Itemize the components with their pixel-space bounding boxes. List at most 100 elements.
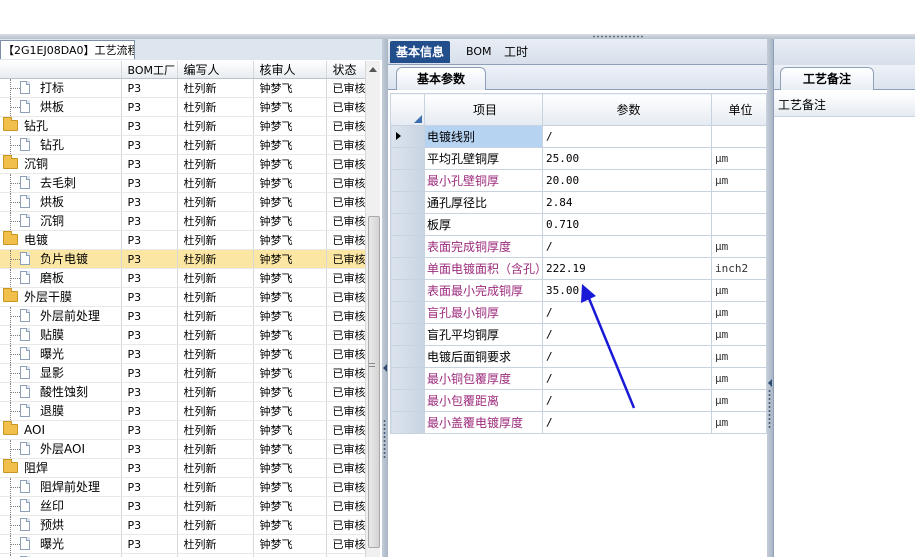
collapse-middle-arrow-icon[interactable] <box>768 379 772 387</box>
param-value-cell[interactable]: 20.00 <box>542 169 712 192</box>
process-row[interactable]: 沉铜 P3 杜列新 钟梦飞 已审核 <box>0 211 365 231</box>
param-value-cell[interactable]: 25.00 <box>542 147 712 170</box>
process-node[interactable]: 外层AOI <box>0 439 122 459</box>
process-node[interactable]: 预烘 <box>0 515 122 535</box>
process-grid-scrollbar[interactable] <box>365 61 380 557</box>
row-header[interactable] <box>390 257 425 280</box>
scroll-thumb[interactable] <box>368 216 380 548</box>
param-row[interactable]: 最小铜包覆厚度 / μm <box>390 367 767 390</box>
process-node[interactable]: 曝光 <box>0 344 122 364</box>
tab-process-notes[interactable]: 工艺备注 <box>780 67 874 90</box>
process-node[interactable]: 负片电镀 <box>0 249 122 269</box>
param-value-cell[interactable]: 222.19 <box>542 257 712 280</box>
param-row[interactable]: 最小盖覆电镀厚度 / μm <box>390 411 767 434</box>
row-header[interactable] <box>390 147 425 170</box>
process-node[interactable]: 显影 <box>0 553 122 557</box>
process-row[interactable]: 贴膜 P3 杜列新 钟梦飞 已审核 <box>0 325 365 345</box>
col-header-name[interactable] <box>0 61 122 79</box>
process-node[interactable]: 退膜 <box>0 401 122 421</box>
tab-work-hours[interactable]: 工时 <box>498 41 534 63</box>
process-row[interactable]: 丝印 P3 杜列新 钟梦飞 已审核 <box>0 496 365 516</box>
param-row[interactable]: 电镀后面铜要求 / μm <box>390 345 767 368</box>
process-row[interactable]: 钻孔 P3 杜列新 钟梦飞 已审核 <box>0 116 365 136</box>
col-header-reviewer[interactable]: 核审人 <box>253 61 327 79</box>
process-row[interactable]: 阻焊前处理 P3 杜列新 钟梦飞 已审核 <box>0 477 365 497</box>
param-value-cell[interactable]: / <box>542 235 712 258</box>
param-row[interactable]: 电镀线别 / <box>390 125 767 148</box>
process-row[interactable]: 显影P3杜列新钟梦飞已审核 <box>0 363 365 383</box>
param-value-cell[interactable]: / <box>542 389 712 412</box>
param-row[interactable]: 表面最小完成铜厚 35.00 μm <box>390 279 767 302</box>
param-value-cell[interactable]: 0.710 <box>542 213 712 236</box>
tab-basic-info[interactable]: 基本信息 <box>390 41 451 63</box>
col-header-bom[interactable]: BOM工厂 <box>121 61 178 79</box>
col-header-unit[interactable]: 单位 <box>711 93 767 126</box>
process-row[interactable]: AOI P3 杜列新 钟梦飞 已审核 <box>0 420 365 440</box>
process-node[interactable]: 外层前处理 <box>0 306 122 326</box>
grid-corner[interactable] <box>390 93 425 126</box>
process-row[interactable]: 电镀 P3 杜列新 钟梦飞 已审核 <box>0 230 365 250</box>
row-header[interactable] <box>390 279 425 302</box>
param-value-cell[interactable]: 2.84 <box>542 191 712 214</box>
col-header-item[interactable]: 项目 <box>424 93 543 126</box>
row-header[interactable] <box>390 367 425 390</box>
process-row[interactable]: 外层干膜 P3 杜列新 钟梦飞 已审核 <box>0 287 365 307</box>
process-row[interactable]: 去毛刺 P3 杜列新 钟梦飞 已审核 <box>0 173 365 193</box>
param-row[interactable]: 单面电镀面积（含孔） 222.19 inch2 <box>390 257 767 280</box>
tab-process-flow[interactable]: 【2G1EJ08DA0】工艺流程 <box>0 40 135 59</box>
process-node[interactable]: 磨板 <box>0 268 122 288</box>
process-node[interactable]: 烘板 <box>0 97 122 117</box>
process-node[interactable]: 电镀 <box>0 230 122 250</box>
process-row[interactable]: 曝光 P3 杜列新 钟梦飞 已审核 <box>0 344 365 364</box>
param-value-cell[interactable]: / <box>542 125 712 148</box>
process-node[interactable]: 沉铜 <box>0 154 122 174</box>
process-node[interactable]: 烘板 <box>0 192 122 212</box>
process-row[interactable]: 阻焊 P3 杜列新 钟梦飞 已审核 <box>0 458 365 478</box>
col-header-writer[interactable]: 编写人 <box>177 61 254 79</box>
row-header[interactable] <box>390 411 425 434</box>
process-node[interactable]: 贴膜 <box>0 325 122 345</box>
process-node[interactable]: 打标 <box>0 78 122 98</box>
process-node[interactable]: 钻孔 <box>0 135 122 155</box>
param-value-cell[interactable]: / <box>542 367 712 390</box>
param-row[interactable]: 表面完成铜厚度 / μm <box>390 235 767 258</box>
process-node[interactable]: 沉铜 <box>0 211 122 231</box>
row-header[interactable] <box>390 235 425 258</box>
collapse-left-arrow-icon[interactable] <box>383 364 387 372</box>
row-header[interactable] <box>390 301 425 324</box>
row-header[interactable] <box>390 389 425 412</box>
process-row[interactable]: 外层AOI P3 杜列新 钟梦飞 已审核 <box>0 439 365 459</box>
process-row[interactable]: 打标 P3 杜列新 钟梦飞 已审核 <box>0 78 365 98</box>
scroll-up-arrow-icon[interactable] <box>369 67 377 72</box>
process-row[interactable]: 退膜 P3 杜列新 钟梦飞 已审核 <box>0 401 365 421</box>
process-node[interactable]: AOI <box>0 420 122 440</box>
process-node[interactable]: 去毛刺 <box>0 173 122 193</box>
row-header[interactable] <box>390 345 425 368</box>
row-header[interactable] <box>390 191 425 214</box>
process-row[interactable]: 烘板 P3 杜列新 钟梦飞 已审核 <box>0 97 365 117</box>
process-row[interactable]: 磨板 P3 杜列新 钟梦飞 已审核 <box>0 268 365 288</box>
row-header[interactable] <box>390 323 425 346</box>
col-header-param[interactable]: 参数 <box>542 93 712 126</box>
process-node[interactable]: 阻焊前处理 <box>0 477 122 497</box>
tab-bom[interactable]: BOM <box>460 41 498 63</box>
param-row[interactable]: 最小孔壁铜厚 20.00 μm <box>390 169 767 192</box>
process-row[interactable]: 烘板 P3 杜列新 钟梦飞 已审核 <box>0 192 365 212</box>
process-row[interactable]: 酸性蚀刻 P3 杜列新 钟梦飞 已审核 <box>0 382 365 402</box>
param-row[interactable]: 最小包覆距离 / μm <box>390 389 767 412</box>
process-row[interactable]: 外层前处理 P3 杜列新 钟梦飞 已审核 <box>0 306 365 326</box>
param-value-cell[interactable]: / <box>542 345 712 368</box>
row-header[interactable] <box>390 169 425 192</box>
param-row[interactable]: 盲孔最小铜厚 / μm <box>390 301 767 324</box>
process-row[interactable]: 沉铜 P3 杜列新 钟梦飞 已审核 <box>0 154 365 174</box>
param-row[interactable]: 通孔厚径比 2.84 <box>390 191 767 214</box>
process-node[interactable]: 显影 <box>0 363 122 383</box>
process-row[interactable]: 曝光 P3 杜列新 钟梦飞 已审核 <box>0 534 365 554</box>
process-node[interactable]: 丝印 <box>0 496 122 516</box>
process-row[interactable]: 显影P3杜列新钟梦飞已审核 <box>0 553 365 557</box>
process-node[interactable]: 阻焊 <box>0 458 122 478</box>
param-value-cell[interactable]: / <box>542 323 712 346</box>
param-row[interactable]: 板厚 0.710 <box>390 213 767 236</box>
process-row[interactable]: 负片电镀 P3 杜列新 钟梦飞 已审核 <box>0 249 365 269</box>
row-header[interactable] <box>390 125 425 148</box>
